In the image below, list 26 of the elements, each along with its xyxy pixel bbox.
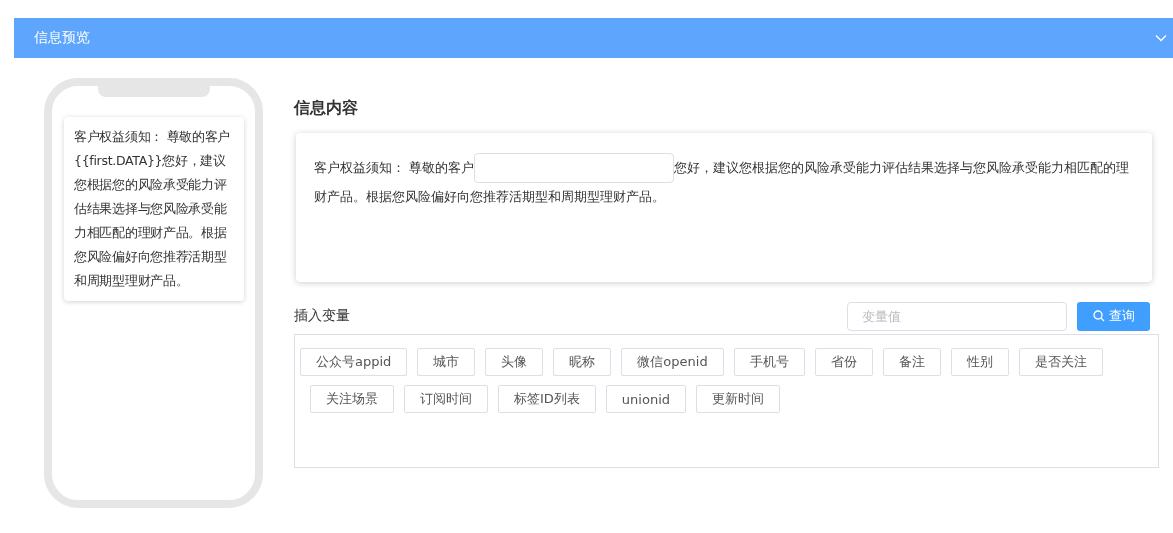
variable-tag[interactable]: 手机号 [733,348,805,376]
search-icon [1092,310,1105,322]
variable-tag[interactable]: 昵称 [553,348,612,376]
variable-tag[interactable]: 是否关注 [1018,348,1103,376]
section-heading: 信息内容 [294,98,359,119]
variable-tag[interactable]: 备注 [882,348,941,376]
variable-tag[interactable]: 公众号appid [300,348,408,376]
variable-tag[interactable]: 省份 [814,348,873,376]
variable-tag[interactable]: unionid [605,385,686,413]
section-heading: 插入变量 [294,307,350,325]
variable-tag[interactable]: 订阅时间 [404,385,488,413]
panel-title: 信息预览 [34,29,91,47]
preview-text: 客户权益须知： 尊敬的客户{{first.DATA}}您好，建议您根据您的风险承受能力评估结果选择与您风险承受能力相匹配的理财产品。根据您风险偏好向您推荐活期型和周期型理财产品。 [74,128,232,290]
chevron-icon[interactable] [1155,34,1167,42]
variable-tag[interactable]: 城市 [417,348,476,376]
input-field[interactable] [474,153,674,183]
message-text: 财产品。根据您风险偏好向您推荐活期型和周期型理财产品。 [314,188,665,206]
message-text: 客户权益须知： 尊敬的客户 [314,159,474,177]
variable-tag[interactable]: 更新时间 [696,385,780,413]
variable-tag[interactable]: 微信openid [621,348,724,376]
variable-tag[interactable]: 性别 [950,348,1009,376]
variable-tag[interactable]: 标签ID列表 [498,385,596,413]
variable-tag[interactable]: 头像 [485,348,544,376]
search-field[interactable]: 变量值 [847,301,1067,331]
variable-tag[interactable]: 关注场景 [310,385,394,413]
message-text: 您好，建议您根据您的风险承受能力评估结果选择与您风险承受能力相匹配的理 [674,159,1129,177]
